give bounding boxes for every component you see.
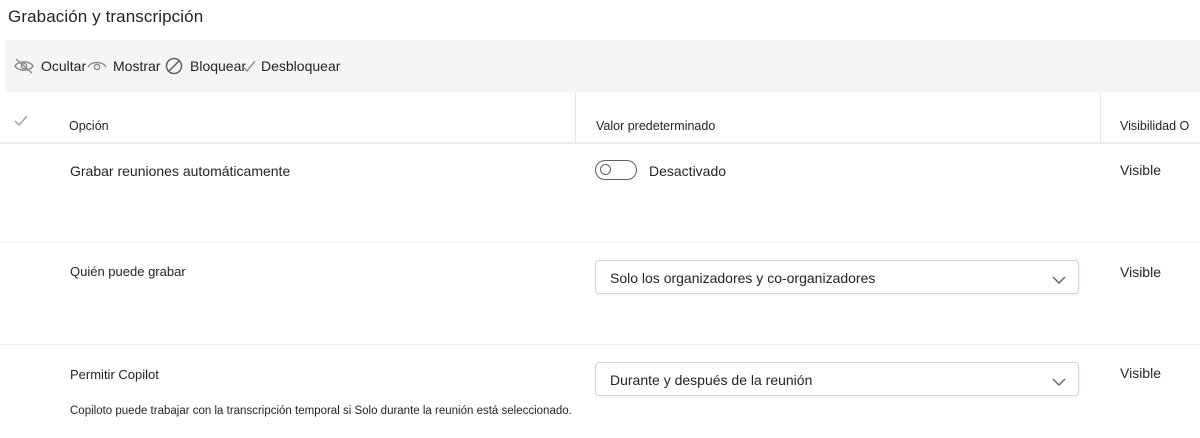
hide-label: Ocultar <box>41 58 87 74</box>
select-all-checkmark-icon[interactable] <box>14 114 28 132</box>
dropdown-value: Solo los organizadores y co-organizadore… <box>610 270 876 286</box>
column-divider[interactable] <box>575 92 576 144</box>
who-can-record-dropdown[interactable]: Solo los organizadores y co-organizadore… <box>595 260 1079 294</box>
column-divider[interactable] <box>1100 92 1101 144</box>
block-button[interactable]: Bloquear <box>164 40 246 92</box>
toggle-knob <box>600 164 611 175</box>
show-label: Mostrar <box>113 58 161 74</box>
visibility-value: Visible <box>1120 264 1161 280</box>
allow-copilot-dropdown[interactable]: Durante y después de la reunión <box>595 362 1079 396</box>
column-header-visibility[interactable]: Visibilidad O <box>1120 119 1189 133</box>
eye-icon <box>87 58 107 74</box>
chevron-down-icon <box>1052 272 1066 290</box>
option-label: Grabar reuniones automáticamente <box>70 163 291 179</box>
block-icon <box>164 56 184 76</box>
copilot-help-text: Copiloto puede trabajar con la transcrip… <box>70 405 572 417</box>
block-label: Bloquear <box>190 58 247 74</box>
toggle-state-label: Desactivado <box>649 163 727 179</box>
column-header-option[interactable]: Opción <box>69 119 109 133</box>
column-header-default-value[interactable]: Valor predeterminado <box>596 119 715 133</box>
unblock-label: Desbloquear <box>261 58 341 74</box>
row-divider <box>0 242 1200 243</box>
dropdown-value: Durante y después de la reunión <box>610 372 813 388</box>
eye-off-icon <box>13 57 35 75</box>
auto-record-toggle[interactable] <box>595 160 637 180</box>
row-divider <box>0 344 1200 345</box>
page-title: Grabación y transcripción <box>8 7 204 26</box>
table-header: Opción Valor predeterminado Visibilidad … <box>0 92 1200 144</box>
toolbar: Ocultar Mostrar Bloquear Desbloquear <box>5 40 1200 92</box>
hide-button[interactable]: Ocultar <box>13 40 86 92</box>
show-button[interactable]: Mostrar <box>87 40 160 92</box>
unblock-button[interactable]: Desbloquear <box>241 40 340 92</box>
option-label: Permitir Copilot <box>70 367 159 382</box>
visibility-value: Visible <box>1120 162 1161 178</box>
chevron-down-icon <box>1052 374 1066 392</box>
visibility-value: Visible <box>1120 365 1161 381</box>
option-label: Quién puede grabar <box>70 264 186 279</box>
checkmark-icon <box>241 58 257 74</box>
